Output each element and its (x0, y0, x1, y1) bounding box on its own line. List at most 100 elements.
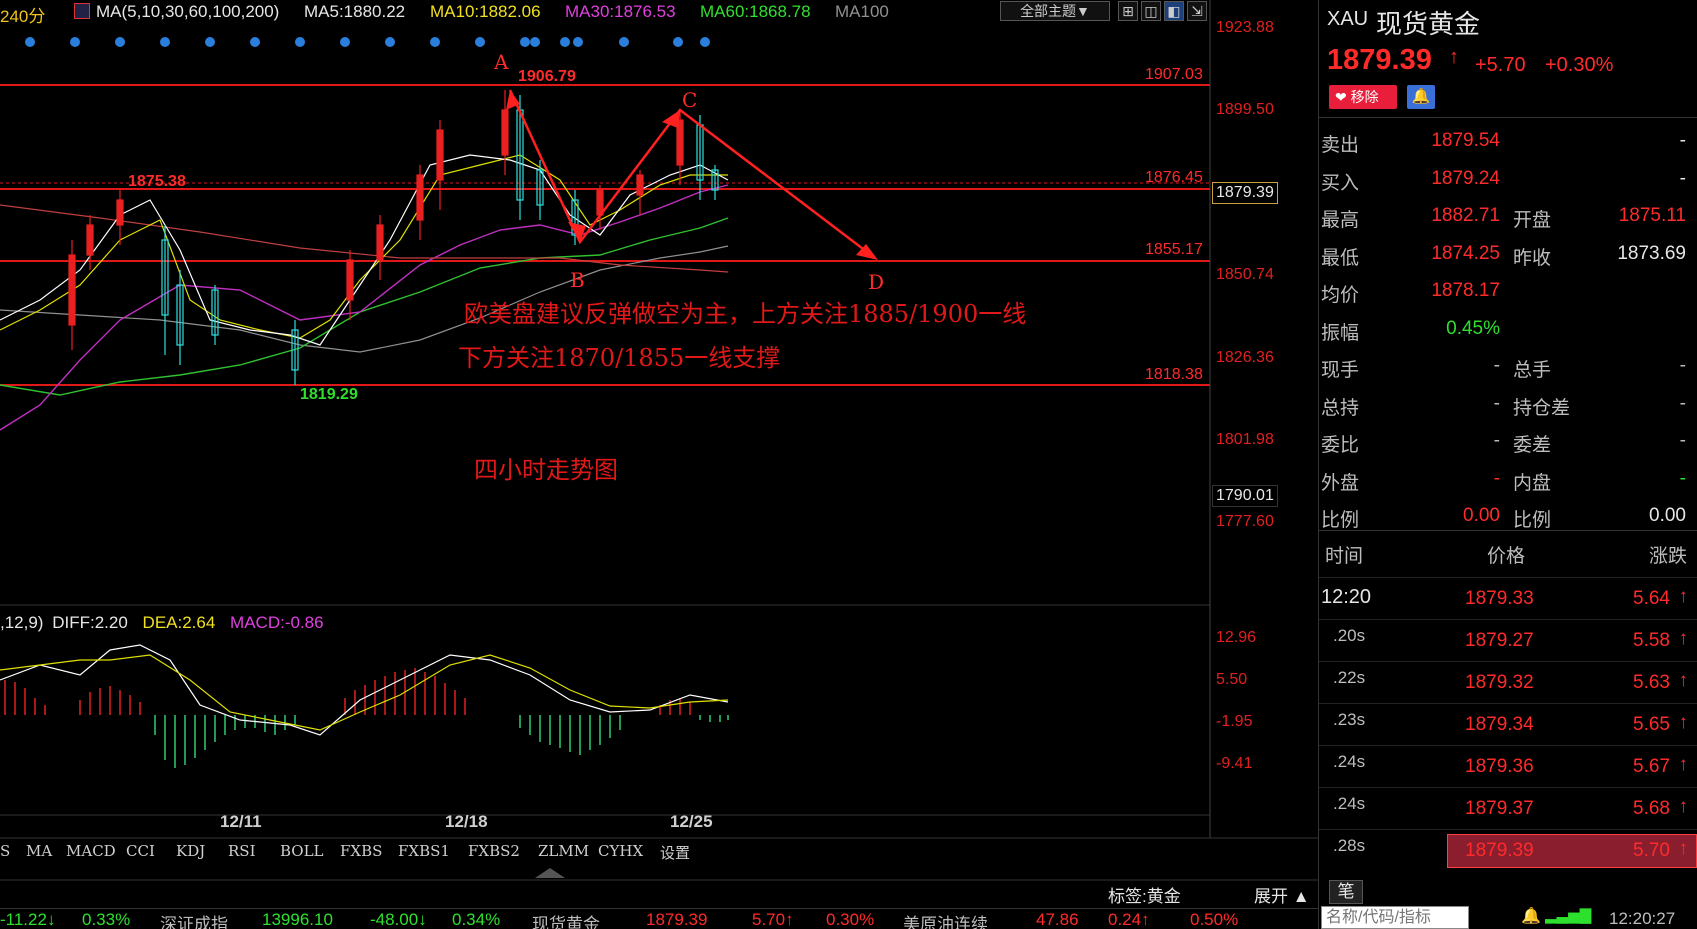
price-change-pct: +0.30% (1545, 54, 1614, 76)
stat-label: 现手 (1321, 360, 1360, 381)
expand-button[interactable]: 展开 ▲ (1254, 882, 1310, 907)
stat-value: - (1493, 355, 1500, 376)
tab-cci[interactable]: CCI (126, 842, 155, 860)
remove-favorite-button[interactable]: ❤ 移除 (1329, 85, 1397, 109)
stat-label: 均价 (1321, 285, 1360, 306)
stat-value: 1882.71 (1431, 205, 1500, 226)
signal-strength-icon: ▂▃▅▇ (1545, 907, 1592, 924)
tab-macd[interactable]: MACD (66, 842, 116, 860)
tab-kdj[interactable]: KDJ (176, 842, 205, 860)
trade-time: .28s (1333, 836, 1366, 855)
trade-row: .24s 1879.37 5.68 ↑ (1319, 787, 1697, 829)
pen-tab[interactable]: 笔 (1329, 880, 1363, 904)
signal-dots (25, 37, 710, 47)
trades-header-time: 时间 (1325, 546, 1364, 567)
trade-price: 1879.27 (1465, 630, 1534, 651)
ticker-item: -11.22↓ (0, 910, 56, 929)
ticker-item: 0.33% (82, 910, 131, 929)
tab-boll[interactable]: BOLL (280, 842, 324, 860)
quote-stat-row: 总持 - 持仓差 - (1319, 385, 1697, 423)
stat-label: 卖出 (1321, 135, 1360, 156)
pen-tab-label: 笔 (1337, 882, 1355, 901)
clock: 12:20:27 (1609, 909, 1676, 928)
quote-stat-row: 最低 1874.25 昨收 1873.69 (1319, 235, 1697, 273)
quote-stat-row: 现手 - 总手 - (1319, 347, 1697, 385)
up-arrow-icon: ↑ (1678, 796, 1689, 817)
stat-value: 1878.17 (1431, 280, 1500, 301)
stat-value: 0.00 (1463, 505, 1500, 526)
stat-label-2: 开盘 (1513, 210, 1552, 231)
tab-fxbs[interactable]: FXBS (340, 842, 382, 860)
stat-value-2: 1875.11 (1618, 205, 1686, 226)
trade-change: 5.65 (1633, 714, 1670, 735)
trade-row: .22s 1879.32 5.63 ↑ (1319, 661, 1697, 703)
stat-label: 最高 (1321, 210, 1360, 231)
candlestick-chart[interactable] (0, 0, 1318, 908)
tab-ma[interactable]: MA (26, 842, 52, 860)
panel-divider-2 (1319, 530, 1697, 531)
tab-zlmm[interactable]: ZLMM (538, 842, 589, 860)
tab-rsi[interactable]: RSI (228, 842, 256, 860)
ticker-item: -48.00↓ (370, 910, 427, 929)
alert-bell-button[interactable]: 🔔 (1407, 85, 1435, 109)
quote-stat-row: 买入 1879.24 - (1319, 160, 1697, 198)
low-price-box: 1790.01 (1212, 485, 1278, 507)
trade-time: .20s (1333, 626, 1366, 645)
date-tick-2: 12/18 (445, 812, 488, 831)
ticker-item: 现货黄金 (532, 915, 600, 929)
stat-value: 1879.54 (1431, 130, 1500, 151)
trade-price: 1879.37 (1465, 798, 1534, 819)
tab-fxbs1[interactable]: FXBS1 (398, 842, 450, 860)
ticker-item: 0.50% (1190, 910, 1239, 929)
high-label: 1906.79 (518, 68, 576, 85)
trade-row: .23s 1879.34 5.65 ↑ (1319, 703, 1697, 745)
macd-diff-value: DIFF:2.20 (52, 613, 128, 632)
stat-label: 外盘 (1321, 472, 1360, 494)
tab-cyhx[interactable]: CYHX (598, 842, 643, 860)
left-peak-label: 1875.38 (128, 173, 186, 190)
trade-row: .20s 1879.27 5.58 ↑ (1319, 619, 1697, 661)
stat-value-2: - (1679, 355, 1686, 376)
stat-value: - (1493, 392, 1500, 414)
level-label-1818: 1818.38 (1145, 366, 1203, 383)
stat-label: 委比 (1321, 435, 1360, 456)
trade-time: .23s (1333, 710, 1366, 729)
annotation-line-1: 欧美盘建议反弹做空为主，上方关注1885/1900一线 (464, 300, 1027, 328)
macd-value: MACD:-0.86 (230, 613, 324, 632)
quote-stat-row: 振幅 0.45% (1319, 310, 1697, 348)
notification-bell-icon[interactable]: 🔔 (1521, 906, 1541, 926)
trade-row: .28s 1879.39 5.70 ↑ (1319, 829, 1697, 871)
quote-stat-row: 卖出 1879.54 - (1319, 122, 1697, 160)
search-input[interactable] (1321, 906, 1469, 929)
tab-settings[interactable]: 设置 (660, 842, 690, 863)
stat-value: - (1493, 430, 1500, 451)
quote-stat-row: 最高 1882.71 开盘 1875.11 (1319, 197, 1697, 235)
trade-time: .24s (1333, 752, 1366, 771)
level-label-1907: 1907.03 (1145, 66, 1203, 83)
ticker-item: 美原油连续 (903, 915, 988, 929)
stat-value-2: - (1679, 130, 1686, 151)
last-price: 1879.39 (1327, 44, 1432, 76)
price-tick-5: 1801.98 (1216, 431, 1274, 448)
tab-fxbs2[interactable]: FXBS2 (468, 842, 520, 860)
tab-s[interactable]: S (0, 842, 10, 860)
trade-price: 1879.32 (1465, 672, 1534, 693)
macd-dea-value: DEA:2.64 (142, 613, 216, 632)
date-tick-1: 12/11 (220, 812, 262, 831)
ticker-item: 0.24↑ (1108, 910, 1150, 929)
trade-price: 1879.39 (1465, 840, 1534, 861)
stat-value: 1879.24 (1431, 167, 1500, 189)
level-label-1876: 1876.45 (1145, 169, 1203, 186)
stat-label-2: 昨收 (1513, 247, 1552, 269)
stat-label: 总持 (1321, 397, 1360, 419)
macd-legend: ,12,9) DIFF:2.20 DEA:2.64 MACD:-0.86 (0, 613, 324, 633)
current-price-box: 1879.39 (1212, 182, 1278, 204)
up-arrow-icon: ↑ (1678, 628, 1689, 649)
up-arrow-icon: ↑ (1678, 838, 1689, 859)
macd-tick-1: 12.96 (1216, 629, 1257, 646)
point-b-label: B (570, 268, 585, 292)
stat-value-2: 0.00 (1649, 505, 1686, 526)
price-tick-3: 1850.74 (1216, 266, 1274, 283)
ticker-item: 0.34% (452, 910, 501, 929)
trade-row: 12:20 1879.33 5.64 ↑ (1319, 577, 1697, 619)
